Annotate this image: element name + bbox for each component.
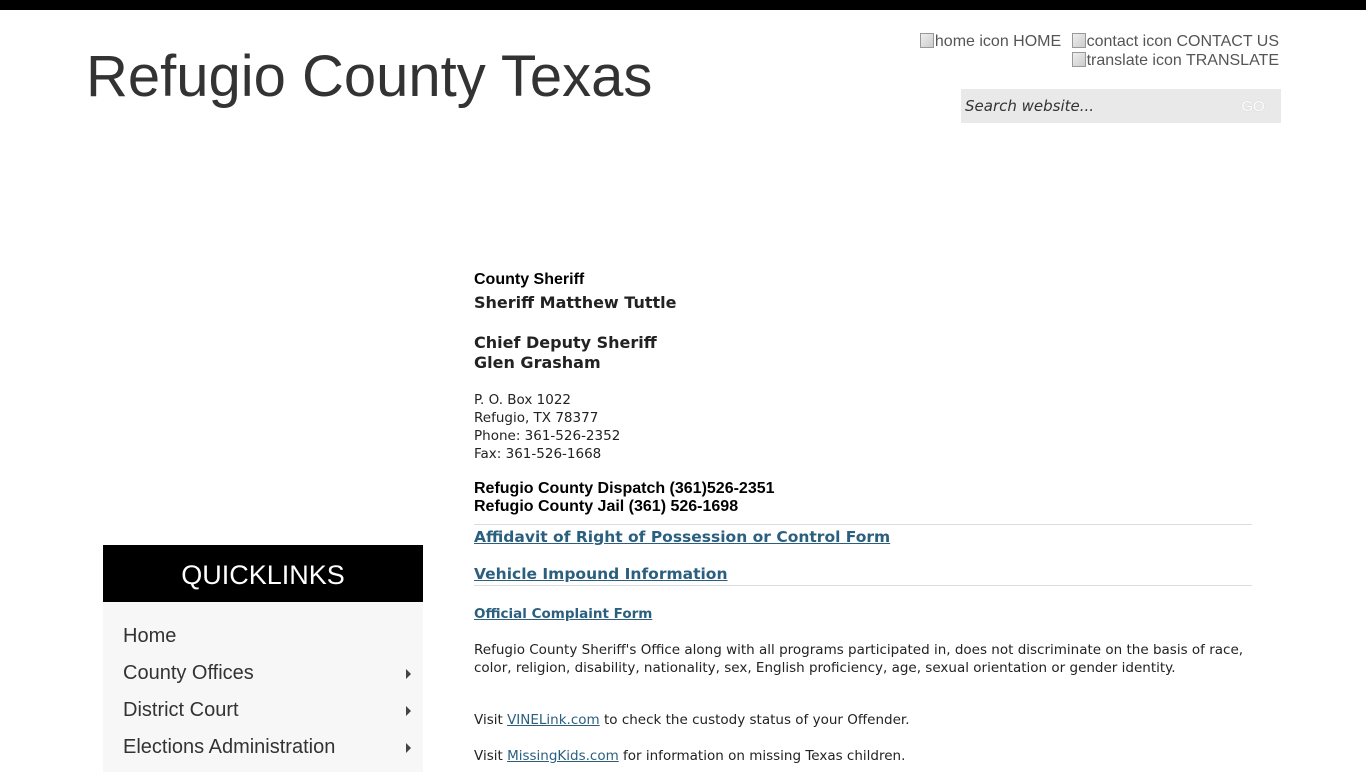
quicklink-county-offices[interactable]: County Offices — [103, 655, 423, 692]
vine-info: Visit VINELink.com to check the custody … — [474, 711, 1252, 729]
home-icon — [919, 33, 934, 48]
page-heading: County Sheriff — [474, 271, 585, 288]
missingkids-link[interactable]: MissingKids.com — [507, 748, 619, 764]
quicklinks-header: QUICKLINKS — [103, 545, 423, 602]
missing-prefix: Visit — [474, 748, 508, 764]
jail-phone: Refugio County Jail (361) 526-1698 — [474, 498, 739, 515]
chief-deputy-name: Glen Grasham — [474, 353, 601, 372]
translate-link[interactable]: translate icon TRANSLATE — [1071, 51, 1279, 70]
contact-icon — [1071, 33, 1086, 48]
vehicle-impound-link[interactable]: Vehicle Impound Information — [474, 565, 728, 583]
vine-prefix: Visit — [474, 712, 508, 728]
quicklink-label: Elections Administration — [123, 736, 336, 758]
quicklink-label: Home — [123, 625, 177, 647]
divider — [474, 524, 1252, 525]
main-content: County Sheriff Sheriff Matthew Tuttle Ch… — [474, 270, 1252, 765]
home-icon-alt: home icon — [934, 33, 1009, 50]
home-link-label: HOME — [1013, 33, 1062, 50]
missing-kids-info: Visit MissingKids.com for information on… — [474, 747, 1252, 765]
translate-icon — [1071, 52, 1086, 67]
site-title[interactable]: Refugio County Texas — [86, 42, 652, 112]
quicklink-home[interactable]: Home — [103, 618, 423, 655]
nondiscrimination-statement: Refugio County Sheriff's Office along wi… — [474, 642, 1244, 676]
quicklinks-menu: Home County Offices District Court Elect… — [103, 602, 423, 772]
vine-suffix: to check the custody status of your Offe… — [599, 712, 910, 728]
search-box: GO — [961, 89, 1281, 123]
translate-icon-alt: translate icon — [1086, 52, 1182, 69]
translate-label: TRANSLATE — [1185, 52, 1279, 69]
utility-nav: home icon HOME contact icon CONTACT US t… — [914, 32, 1279, 70]
quicklink-label: County Offices — [123, 662, 254, 684]
search-go-button[interactable]: GO — [1225, 89, 1281, 123]
sheriff-name: Sheriff Matthew Tuttle — [474, 293, 677, 312]
submenu-arrow-icon — [406, 669, 411, 679]
quicklink-elections-administration[interactable]: Elections Administration — [103, 729, 423, 766]
home-link[interactable]: home icon HOME — [919, 32, 1062, 51]
address-line: Refugio, TX 78377 — [474, 410, 599, 426]
vinelink-link[interactable]: VINELink.com — [507, 712, 600, 728]
top-black-bar — [0, 0, 1366, 10]
submenu-arrow-icon — [406, 706, 411, 716]
submenu-arrow-icon — [406, 743, 411, 753]
dispatch-phone: Refugio County Dispatch (361)526-2351 — [474, 480, 775, 497]
missing-suffix: for information on missing Texas childre… — [618, 748, 906, 764]
complaint-form-link[interactable]: Official Complaint Form — [474, 606, 652, 622]
address-line: P. O. Box 1022 — [474, 392, 572, 408]
contact-us-link[interactable]: contact icon CONTACT US — [1071, 32, 1279, 51]
affidavit-form-link[interactable]: Affidavit of Right of Possession or Cont… — [474, 528, 890, 546]
fax-line: Fax: 361-526-1668 — [474, 446, 602, 462]
contact-icon-alt: contact icon — [1086, 33, 1173, 50]
divider — [474, 585, 1252, 586]
quicklink-district-court[interactable]: District Court — [103, 692, 423, 729]
chief-deputy-title: Chief Deputy Sheriff — [474, 333, 657, 352]
address-block: P. O. Box 1022 Refugio, TX 78377 Phone: … — [474, 391, 1252, 463]
quicklink-label: District Court — [123, 699, 239, 721]
phone-line: Phone: 361-526-2352 — [474, 428, 621, 444]
contact-us-label: CONTACT US — [1176, 33, 1279, 50]
search-input[interactable] — [961, 89, 1225, 123]
